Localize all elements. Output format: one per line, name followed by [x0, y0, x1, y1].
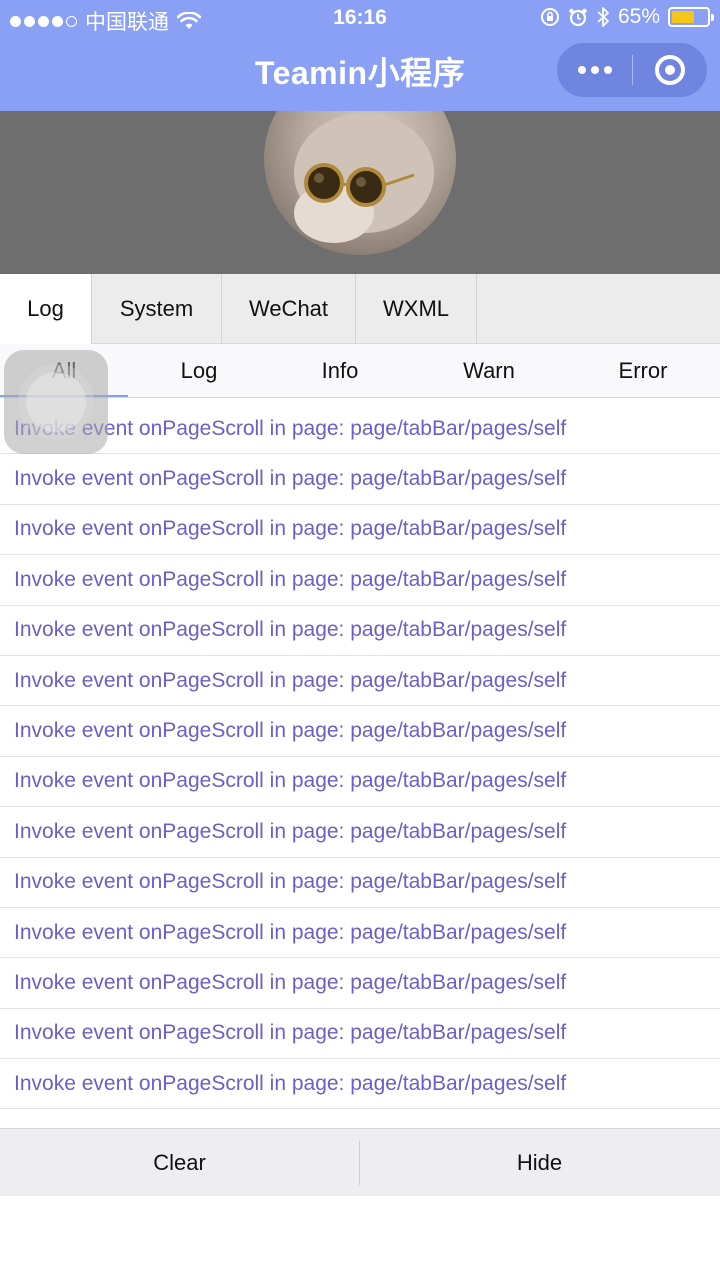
log-row: Invoke event onPageScroll in page: page/…	[0, 454, 720, 505]
console-tabs: Log System WeChat WXML	[0, 274, 720, 344]
log-row: Invoke event onPageScroll in page: page/…	[0, 958, 720, 1009]
cat-with-sunglasses-image	[294, 113, 434, 243]
top-bar: 中国联通 16:16 65% Teamin小程序	[0, 0, 720, 111]
log-row: Invoke event onPageScroll in page: page/…	[0, 404, 720, 455]
alarm-icon	[569, 8, 587, 27]
console-footer: Clear Hide	[0, 1128, 720, 1196]
mini-program-capsule	[557, 43, 707, 97]
tab-log[interactable]: Log	[0, 274, 92, 344]
battery-percent: 65%	[617, 5, 660, 28]
log-row: Invoke event onPageScroll in page: page/…	[0, 1059, 720, 1110]
battery-icon	[668, 7, 714, 27]
log-row: Invoke event onPageScroll in page: page/…	[0, 656, 720, 707]
more-dots-icon	[577, 66, 586, 74]
touch-indicator-icon	[26, 372, 86, 432]
more-button[interactable]	[557, 43, 632, 97]
hide-button[interactable]: Hide	[360, 1129, 719, 1197]
log-list: Invoke event onPageScroll in page: page/…	[0, 404, 720, 1110]
rotation-lock-icon	[540, 8, 559, 26]
page-backdrop	[0, 111, 720, 274]
log-row: Invoke event onPageScroll in page: page/…	[0, 606, 720, 656]
avatar	[264, 111, 456, 255]
battery-fill	[672, 11, 695, 23]
filter-warn[interactable]: Warn	[424, 344, 554, 398]
tab-wxml[interactable]: WXML	[356, 274, 477, 344]
log-row: Invoke event onPageScroll in page: page/…	[0, 1009, 720, 1060]
console-toggle-button[interactable]	[4, 350, 108, 454]
console-panel: Log System WeChat WXML All Log Info Warn…	[0, 274, 720, 1196]
clear-button[interactable]: Clear	[0, 1129, 359, 1197]
log-filter-tabs: All Log Info Warn Error	[0, 344, 720, 398]
filter-info[interactable]: Info	[280, 344, 400, 398]
target-icon	[655, 55, 685, 85]
filter-error[interactable]: Error	[580, 344, 706, 398]
log-row: Invoke event onPageScroll in page: page/…	[0, 757, 720, 808]
status-bar: 中国联通 16:16 65%	[0, 0, 720, 36]
log-row: Invoke event onPageScroll in page: page/…	[0, 706, 720, 757]
log-row: Invoke event onPageScroll in page: page/…	[0, 908, 720, 959]
tab-wechat[interactable]: WeChat	[222, 274, 356, 344]
bluetooth-icon	[597, 7, 609, 27]
tab-system[interactable]: System	[92, 274, 222, 344]
status-right: 65%	[540, 5, 714, 29]
log-row: Invoke event onPageScroll in page: page/…	[0, 505, 720, 556]
log-row: Invoke event onPageScroll in page: page/…	[0, 858, 720, 908]
close-button[interactable]	[633, 43, 707, 97]
log-row: Invoke event onPageScroll in page: page/…	[0, 807, 720, 858]
filter-log[interactable]: Log	[136, 344, 262, 398]
log-row: Invoke event onPageScroll in page: page/…	[0, 555, 720, 606]
